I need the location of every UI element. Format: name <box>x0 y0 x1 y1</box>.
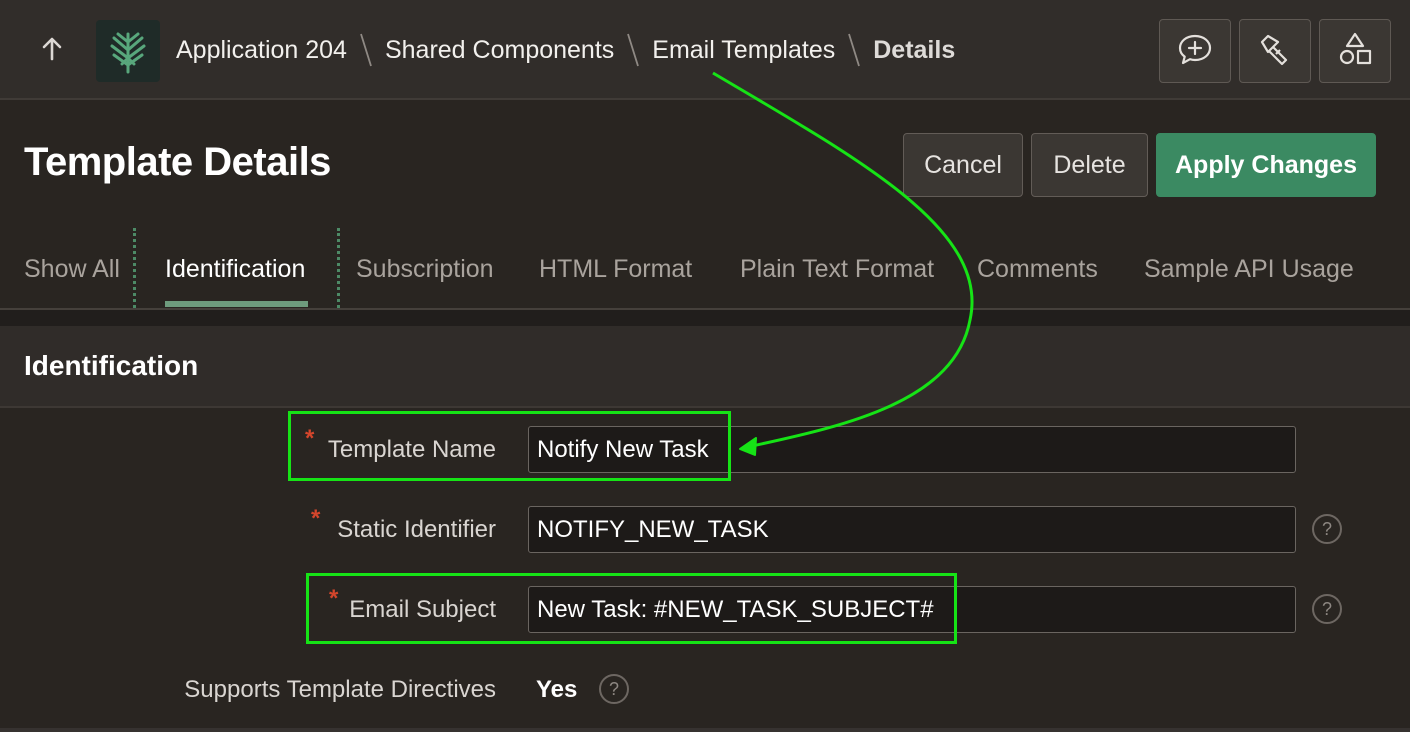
tree-logo-icon[interactable] <box>96 20 160 82</box>
tab-sample-api-usage[interactable]: Sample API Usage <box>1144 255 1354 284</box>
shapes-button[interactable] <box>1319 19 1391 83</box>
arrow-up-icon[interactable] <box>34 31 70 67</box>
static-identifier-label: Static Identifier <box>337 516 496 543</box>
required-marker: * <box>329 585 339 612</box>
tab-identification[interactable]: Identification <box>165 255 305 284</box>
breadcrumb-details: Details <box>873 35 956 64</box>
breadcrumb-email-templates[interactable]: Email Templates <box>652 36 835 65</box>
apply-changes-button[interactable]: Apply Changes <box>1156 133 1376 197</box>
tab-plain-text-format[interactable]: Plain Text Format <box>740 255 934 284</box>
tab-comments[interactable]: Comments <box>977 255 1098 284</box>
tab-divider <box>337 228 340 308</box>
email-subject-input[interactable] <box>528 586 1296 633</box>
template-name-input[interactable] <box>528 426 1296 473</box>
breadcrumb: Application 204 Shared Components Email … <box>176 30 955 70</box>
section-title: Identification <box>24 350 199 381</box>
help-icon[interactable]: ? <box>1312 594 1342 624</box>
section-gap <box>0 310 1410 326</box>
email-subject-label: Email Subject <box>349 596 496 623</box>
bottom-divider <box>0 728 1410 732</box>
comment-add-button[interactable] <box>1159 19 1231 83</box>
flashlight-icon <box>1258 32 1292 71</box>
tab-show-all[interactable]: Show All <box>24 255 120 284</box>
flashlight-button[interactable] <box>1239 19 1311 83</box>
top-bar: Application 204 Shared Components Email … <box>0 0 1410 100</box>
delete-button[interactable]: Delete <box>1031 133 1148 197</box>
template-name-label: Template Name <box>327 436 496 463</box>
breadcrumb-separator-icon <box>835 30 873 70</box>
static-identifier-input[interactable] <box>528 506 1296 553</box>
required-marker: * <box>311 505 321 532</box>
breadcrumb-shared-components[interactable]: Shared Components <box>385 36 614 65</box>
breadcrumb-separator-icon <box>347 30 385 70</box>
active-tab-indicator <box>165 301 308 307</box>
section-header <box>0 326 1410 408</box>
tab-subscription[interactable]: Subscription <box>356 255 494 284</box>
required-marker: * <box>305 425 315 452</box>
cancel-button[interactable]: Cancel <box>903 133 1023 197</box>
help-icon[interactable]: ? <box>599 674 629 704</box>
breadcrumb-separator-icon <box>614 30 652 70</box>
breadcrumb-application[interactable]: Application 204 <box>176 36 347 65</box>
help-icon[interactable]: ? <box>1312 514 1342 544</box>
shapes-icon <box>1337 31 1373 72</box>
supports-template-directives-value: Yes <box>536 676 578 703</box>
supports-template-directives-label: Supports Template Directives <box>184 676 496 703</box>
page-title: Template Details <box>24 140 331 184</box>
tab-divider <box>133 228 136 308</box>
tab-html-format[interactable]: HTML Format <box>539 255 692 284</box>
comment-add-icon <box>1177 32 1213 71</box>
